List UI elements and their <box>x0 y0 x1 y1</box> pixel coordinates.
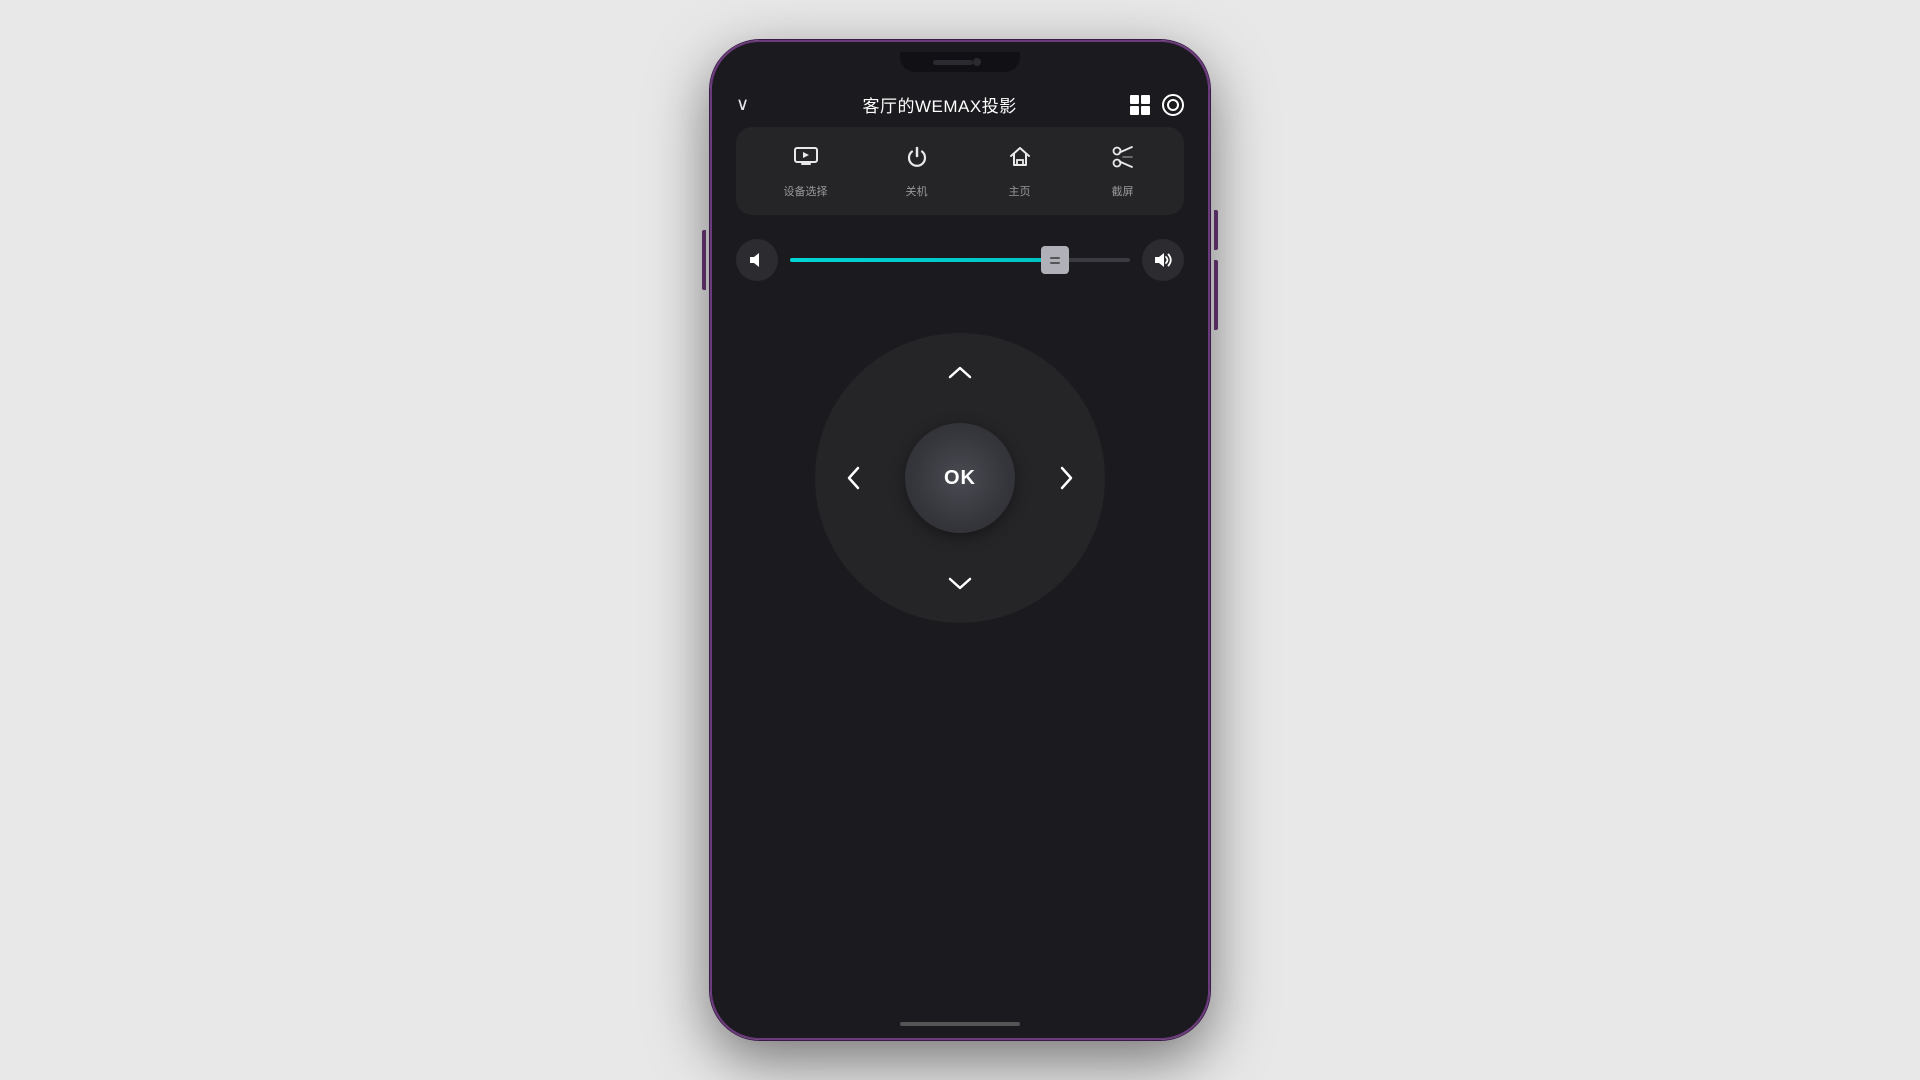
dpad-right-button[interactable] <box>1041 453 1091 503</box>
settings-icon[interactable] <box>1162 94 1184 116</box>
power-icon <box>903 143 931 175</box>
device-select-label: 设备选择 <box>784 183 828 199</box>
volume-up-button[interactable] <box>1214 210 1218 250</box>
dpad: OK <box>815 333 1105 623</box>
grip-line <box>1050 262 1060 264</box>
volume-up-btn[interactable] <box>1142 239 1184 281</box>
grid-cell <box>1141 95 1150 104</box>
volume-down-btn[interactable] <box>736 239 778 281</box>
ok-button[interactable]: OK <box>905 423 1015 533</box>
dpad-up-button[interactable] <box>935 347 985 397</box>
volume-down-button[interactable] <box>1214 260 1218 330</box>
home-button[interactable]: 主页 <box>1006 143 1034 199</box>
notch-bar <box>712 42 1208 82</box>
page-title: 客厅的WEMAX投影 <box>862 92 1016 117</box>
home-icon <box>1006 143 1034 175</box>
volume-slider-fill <box>790 258 1055 262</box>
power-button[interactable] <box>702 230 706 290</box>
volume-slider-track[interactable] <box>790 258 1130 262</box>
chevron-down-icon <box>948 577 972 591</box>
device-select-button[interactable]: 设备选择 <box>784 143 828 199</box>
home-indicator <box>900 1022 1020 1026</box>
ok-label: OK <box>944 467 976 490</box>
grid-cell <box>1130 95 1139 104</box>
grid-cell <box>1130 106 1139 115</box>
chevron-left-icon <box>847 466 861 490</box>
power-off-label: 关机 <box>906 183 928 199</box>
dpad-down-button[interactable] <box>935 559 985 609</box>
tv-icon <box>792 143 820 175</box>
chevron-right-icon <box>1059 466 1073 490</box>
chevron-up-icon <box>948 365 972 379</box>
quick-actions-bar: 设备选择 关机 <box>736 127 1184 215</box>
volume-high-icon <box>1152 249 1174 271</box>
thumb-grip <box>1050 257 1060 264</box>
volume-low-icon <box>747 250 767 270</box>
scissors-icon <box>1109 143 1137 175</box>
header: ∨ 客厅的WEMAX投影 <box>712 82 1208 127</box>
phone-body: ∨ 客厅的WEMAX投影 <box>710 40 1210 1040</box>
notch <box>900 52 1020 72</box>
layout-icon[interactable] <box>1130 95 1150 115</box>
front-camera <box>973 58 981 66</box>
volume-area <box>736 239 1184 281</box>
screenshot-label: 截屏 <box>1112 183 1134 199</box>
screen: ∨ 客厅的WEMAX投影 <box>712 42 1208 1038</box>
dpad-area: OK <box>712 313 1208 1014</box>
grid-cell <box>1141 106 1150 115</box>
screenshot-button[interactable]: 截屏 <box>1109 143 1137 199</box>
grip-line <box>1050 257 1060 259</box>
home-label: 主页 <box>1009 183 1031 199</box>
phone-wrapper: ∨ 客厅的WEMAX投影 <box>705 30 1215 1050</box>
dpad-left-button[interactable] <box>829 453 879 503</box>
collapse-chevron[interactable]: ∨ <box>736 94 749 115</box>
volume-slider-thumb[interactable] <box>1041 246 1069 274</box>
header-icons <box>1130 94 1184 116</box>
power-off-button[interactable]: 关机 <box>903 143 931 199</box>
speaker-grille <box>933 60 973 65</box>
